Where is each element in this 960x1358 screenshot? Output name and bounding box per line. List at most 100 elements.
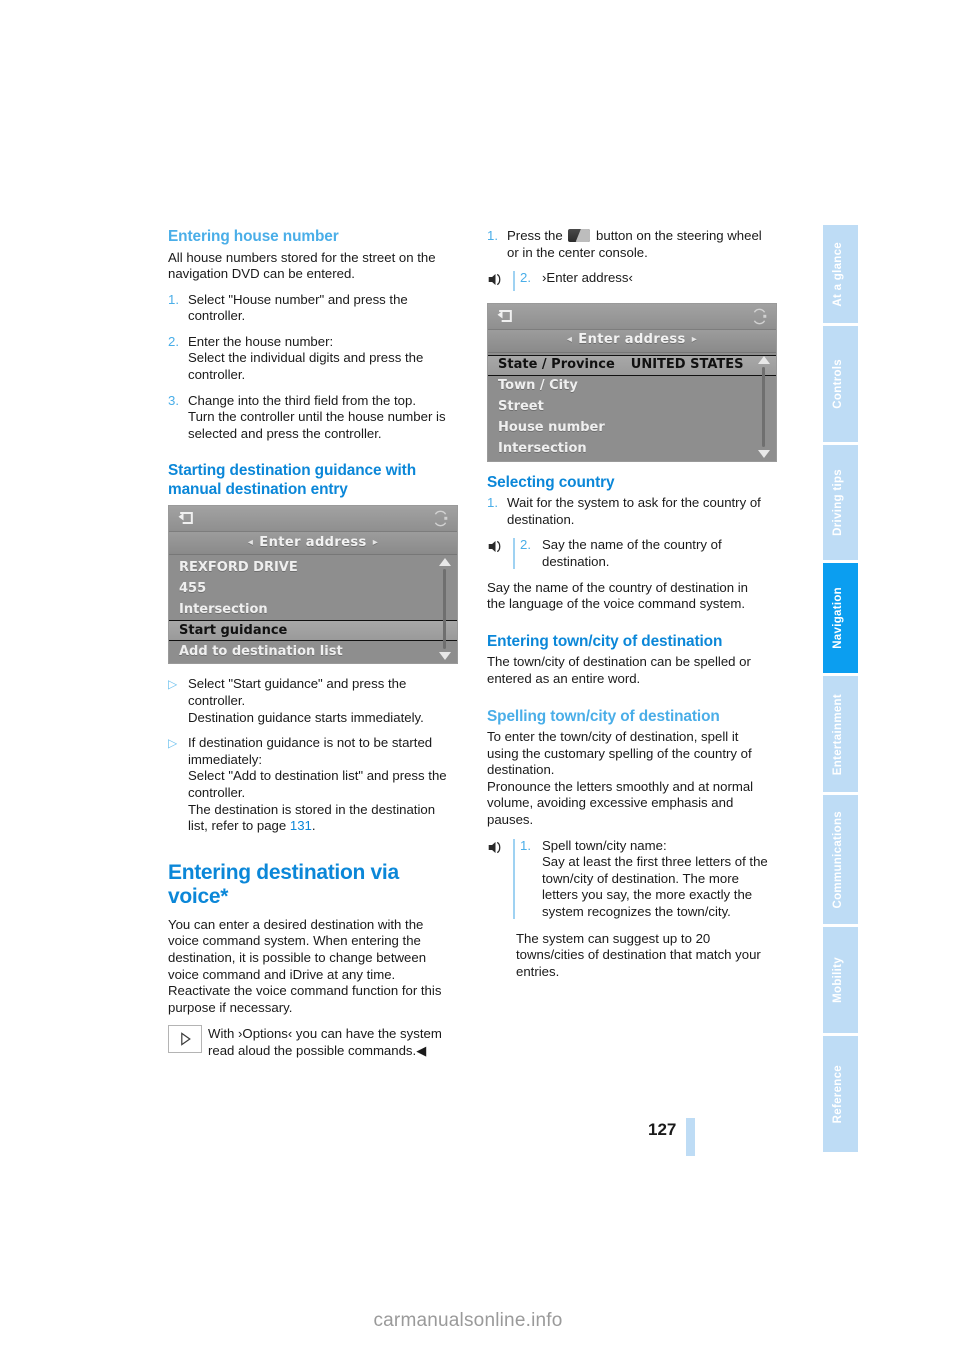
menu-item[interactable]: Street <box>488 397 776 418</box>
step-number: 1. <box>520 837 531 853</box>
tab-communications[interactable]: Communications <box>820 794 858 925</box>
speech-glyph <box>488 274 501 286</box>
house-number-step-1: 1. Select "House number" and press the c… <box>168 292 450 325</box>
voice-destination-body: You can enter a desired destination with… <box>168 916 442 1015</box>
screen-scrollbar[interactable] <box>437 557 453 661</box>
page-number-bar <box>686 1118 695 1156</box>
tab-at-a-glance[interactable]: At a glance <box>820 225 858 324</box>
menu-item-selected[interactable]: Start guidance <box>169 620 457 642</box>
step-number: 2. <box>168 333 179 349</box>
screen-title: Enter address <box>578 332 686 348</box>
bullet-text: If destination guidance is not to be sta… <box>188 735 450 835</box>
bullet-text-tail: . <box>311 818 316 834</box>
step-number: 2. <box>520 537 531 553</box>
scrollbar-track <box>443 569 446 650</box>
scrollbar-track <box>762 366 765 447</box>
speech-command-icon <box>487 270 513 293</box>
country-step-2: 2. Say the name of the country of destin… <box>487 537 769 570</box>
step-number: 1. <box>487 495 498 511</box>
voice-step-body: 2. Say the name of the country of destin… <box>520 537 769 570</box>
speech-command-icon <box>487 537 513 570</box>
voice-step-body: 2. ›Enter address‹ <box>520 270 769 293</box>
screen-menu-list: REXFORD DRIVE 455 Intersection Start gui… <box>169 555 457 664</box>
scroll-up-arrow-icon[interactable] <box>758 355 770 364</box>
tab-label: At a glance <box>832 241 844 307</box>
speech-glyph <box>488 841 501 853</box>
tab-label: Controls <box>832 359 844 409</box>
step-number: 3. <box>168 392 179 408</box>
menu-item[interactable]: Intersection <box>488 439 776 460</box>
menu-item[interactable]: Intersection <box>169 599 457 620</box>
voice-side-bar <box>513 537 520 570</box>
step-number: 2. <box>520 270 531 286</box>
idrive-screen-start-guidance: ◂ Enter address ▸ REXFORD DRIVE 455 Inte… <box>168 505 458 665</box>
menu-item-label: State / Province <box>498 357 615 373</box>
section-tab-rail: At a glance Controls Driving tips Naviga… <box>820 225 858 1155</box>
bullet-text: Select "Start guidance" and press the co… <box>188 676 424 725</box>
prev-arrow-icon: ◂ <box>247 537 254 549</box>
country-language-note: Say the name of the country of destinati… <box>487 579 748 612</box>
entering-town-body: The town/city of destination can be spel… <box>487 654 751 686</box>
menu-item[interactable]: 455 <box>169 578 457 599</box>
rotate-controller-icon <box>434 511 448 527</box>
tab-entertainment[interactable]: Entertainment <box>820 676 858 792</box>
step-text: Spell town/city name: Say at least the f… <box>542 837 768 919</box>
step-text: Wait for the system to ask for the count… <box>507 495 761 527</box>
step-text-before: Press the <box>507 228 567 243</box>
tab-label: Driving tips <box>832 469 844 537</box>
menu-item[interactable]: Town / City <box>488 376 776 397</box>
screen-top-bar <box>488 303 776 330</box>
figure-code: VTA3EEN004 <box>773 415 776 457</box>
house-number-step-3: 3. Change into the third field from the … <box>168 393 450 443</box>
voice-side-bar <box>513 838 520 921</box>
scroll-up-arrow-icon[interactable] <box>439 558 451 567</box>
tab-label: Entertainment <box>832 693 844 775</box>
screen-title-bar: ◂ Enter address ▸ <box>169 532 457 556</box>
spelling-step-1: 1. Spell town/city name: Say at least th… <box>487 838 769 921</box>
step-text: Select "House number" and press the cont… <box>188 291 408 324</box>
page-reference-link[interactable]: 131 <box>290 818 312 833</box>
tab-label: Navigation <box>832 587 844 650</box>
spelling-body-1: To enter the town/city of destination, s… <box>487 729 752 778</box>
options-note: With ›Options‹ you can have the system r… <box>168 1025 450 1059</box>
back-arrow-icon <box>178 512 193 525</box>
bullet-arrow-icon: ▷ <box>168 736 178 751</box>
country-step-1: 1. Wait for the system to ask for the co… <box>487 495 769 528</box>
screen-scrollbar[interactable] <box>756 355 772 459</box>
spelling-closing-note: The system can suggest up to 20 towns/ci… <box>516 930 761 979</box>
start-guidance-bullet-2: ▷ If destination guidance is not to be s… <box>168 735 450 835</box>
menu-item[interactable]: REXFORD DRIVE <box>169 557 457 578</box>
menu-item[interactable]: Add to destination list <box>169 641 457 662</box>
tab-reference[interactable]: Reference <box>820 1036 858 1152</box>
screen-top-bar <box>169 506 457 533</box>
tab-label: Mobility <box>832 957 844 1004</box>
step-text: Press the button on the steering wheel o… <box>507 228 769 261</box>
left-column: Entering house number All house numbers … <box>168 228 458 1060</box>
rotate-controller-icon <box>753 308 767 325</box>
prev-arrow-icon: ◂ <box>566 334 573 346</box>
idrive-screen-enter-address: ◂ Enter address ▸ State / Province UNITED… <box>487 302 777 462</box>
site-watermark: carmanualsonline.info <box>373 1310 563 1331</box>
menu-item[interactable]: House number <box>488 418 776 439</box>
heading-selecting-country: Selecting country <box>487 473 615 491</box>
heading-spelling-town-city: Spelling town/city of destination <box>487 707 720 725</box>
scroll-down-arrow-icon[interactable] <box>758 449 770 458</box>
speech-glyph <box>488 541 501 553</box>
step-text: Change into the third field from the top… <box>188 392 446 441</box>
right-column: 1. Press the button on the steering whee… <box>487 228 777 989</box>
house-number-intro: All house numbers stored for the street … <box>168 249 436 282</box>
scroll-down-arrow-icon[interactable] <box>439 652 451 661</box>
house-number-step-2: 2. Enter the house number: Select the in… <box>168 334 450 384</box>
tab-controls[interactable]: Controls <box>820 326 858 442</box>
back-arrow-icon <box>497 309 512 322</box>
menu-item-selected[interactable]: State / Province UNITED STATES <box>488 354 776 376</box>
heading-entering-town-city: Entering town/city of destination <box>487 632 723 650</box>
screen-title: Enter address <box>259 535 367 551</box>
bullet-text-body: If destination guidance is not to be sta… <box>188 735 447 834</box>
page-number: 127 <box>648 1120 677 1139</box>
tab-mobility[interactable]: Mobility <box>820 927 858 1034</box>
tab-driving-tips[interactable]: Driving tips <box>820 444 858 561</box>
tab-navigation[interactable]: Navigation <box>820 563 858 674</box>
heading-entering-house-number: Entering house number <box>168 228 339 245</box>
triangle-glyph <box>181 1032 191 1047</box>
